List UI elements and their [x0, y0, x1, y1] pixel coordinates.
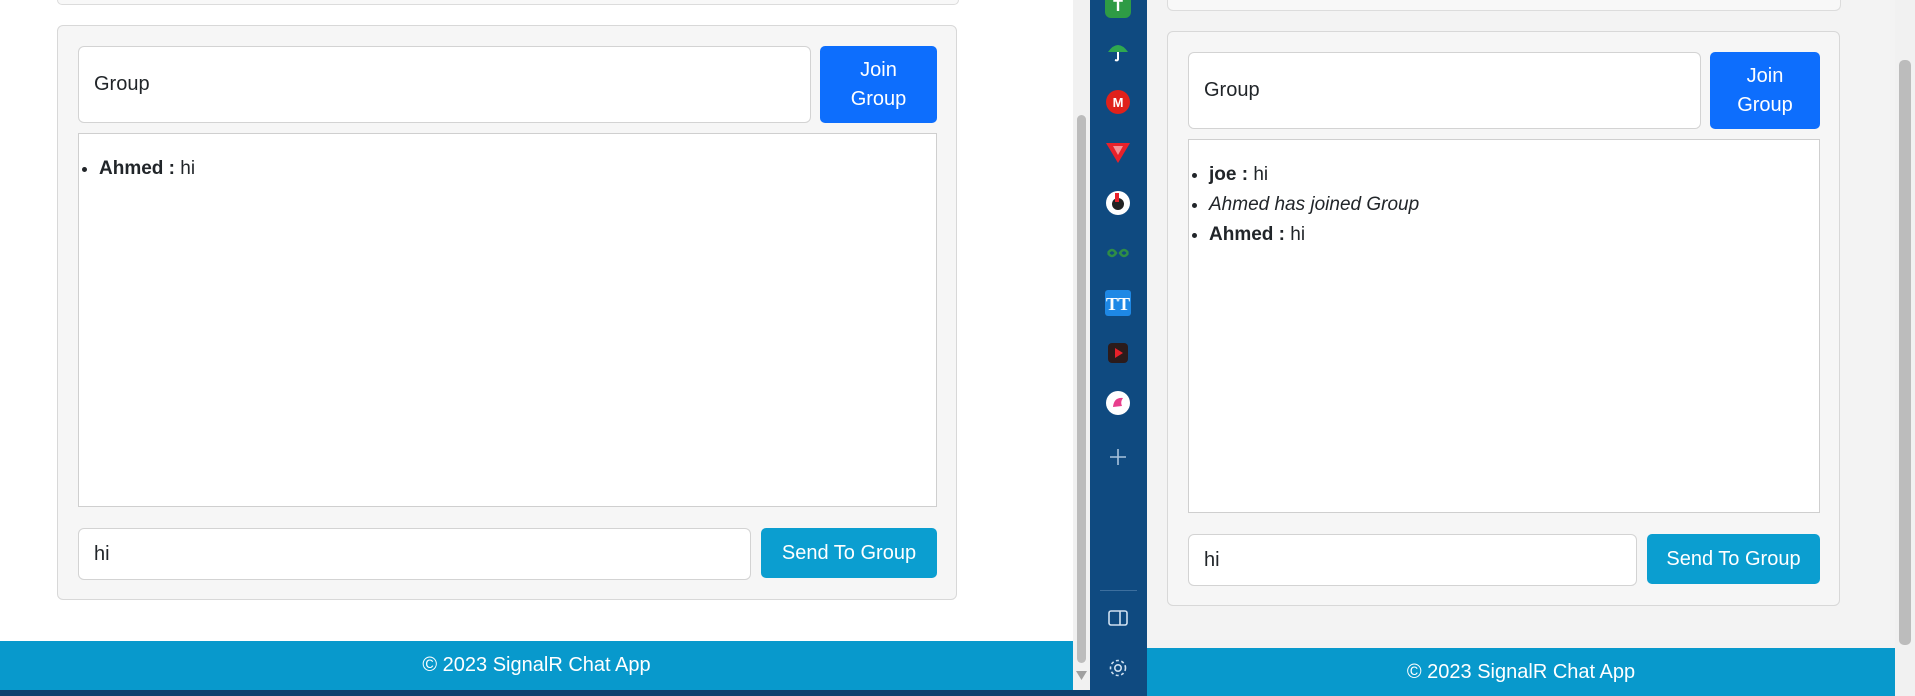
add-icon[interactable] [1105, 444, 1131, 470]
message-item: Ahmed : hi [1209, 220, 1819, 250]
message-text: hi [1290, 224, 1306, 245]
messages-list: Ahmed : hi [78, 133, 937, 507]
media-icon[interactable] [1105, 340, 1131, 366]
system-message: Ahmed has joined Group [1209, 194, 1420, 215]
settings-icon[interactable] [1105, 655, 1131, 681]
message-user: Ahmed : [99, 158, 175, 179]
join-group-button[interactable]: Join Group [820, 46, 937, 123]
message-input[interactable] [78, 528, 751, 580]
right-page: Join Group joe : hi Ahmed has joined Gro… [1147, 0, 1895, 696]
game-icon[interactable] [1105, 190, 1131, 216]
browser-sidebar: T M TT [1090, 0, 1147, 696]
message-input[interactable] [1188, 534, 1637, 586]
footer-text: © 2023 SignalR Chat App [422, 654, 651, 676]
top-card-edge [1167, 0, 1841, 11]
app-icon[interactable]: T [1105, 0, 1131, 18]
message-user: joe : [1209, 164, 1249, 185]
chat-icon[interactable] [1105, 390, 1131, 416]
chat-card: Join Group joe : hi Ahmed has joined Gro… [1167, 31, 1840, 606]
group-input[interactable] [1188, 52, 1701, 129]
join-group-label: Join Group [850, 58, 907, 110]
scrollbar-thumb[interactable] [1077, 115, 1086, 663]
vivaldi-icon[interactable] [1105, 139, 1131, 165]
mail-icon[interactable]: M [1105, 89, 1131, 115]
message-text: hi [1253, 164, 1269, 185]
svg-text:T: T [1113, 0, 1123, 15]
join-group-button[interactable]: Join Group [1710, 52, 1820, 129]
message-item: Ahmed has joined Group [1209, 190, 1819, 220]
geeksforgeeks-icon[interactable] [1105, 240, 1131, 266]
scroll-down-arrow-icon[interactable] [1076, 671, 1087, 680]
svg-text:M: M [1113, 95, 1124, 110]
group-input[interactable] [78, 46, 811, 123]
footer: © 2023 SignalR Chat App [0, 641, 1073, 690]
footer: © 2023 SignalR Chat App [1147, 648, 1895, 696]
scrollbar-thumb[interactable] [1899, 60, 1911, 645]
send-to-group-button[interactable]: Send To Group [761, 528, 937, 578]
message-user: Ahmed : [1209, 224, 1285, 245]
message-item: Ahmed : hi [99, 154, 936, 184]
right-scrollbar[interactable] [1895, 0, 1915, 696]
message-text: hi [180, 158, 196, 179]
right-browser-window: Join Group joe : hi Ahmed has joined Gro… [1147, 0, 1915, 696]
messages-list: joe : hi Ahmed has joined Group Ahmed : … [1188, 139, 1820, 513]
footer-text: © 2023 SignalR Chat App [1406, 661, 1636, 683]
sidebar-divider [1100, 590, 1137, 591]
svg-text:TT: TT [1106, 294, 1130, 314]
chat-card: Join Group Ahmed : hi Send To Group [57, 25, 957, 600]
text-tool-icon[interactable]: TT [1105, 290, 1131, 316]
send-to-group-button[interactable]: Send To Group [1647, 534, 1820, 584]
umbrella-icon[interactable] [1105, 38, 1131, 64]
top-card-edge [57, 0, 959, 5]
panel-toggle-icon[interactable] [1105, 605, 1131, 631]
message-item: joe : hi [1209, 160, 1819, 190]
join-group-label: Join Group [1737, 64, 1793, 116]
left-scrollbar[interactable] [1073, 0, 1090, 690]
left-page: Join Group Ahmed : hi Send To Group © 20… [0, 0, 1073, 690]
left-browser-window: Join Group Ahmed : hi Send To Group © 20… [0, 0, 1090, 690]
